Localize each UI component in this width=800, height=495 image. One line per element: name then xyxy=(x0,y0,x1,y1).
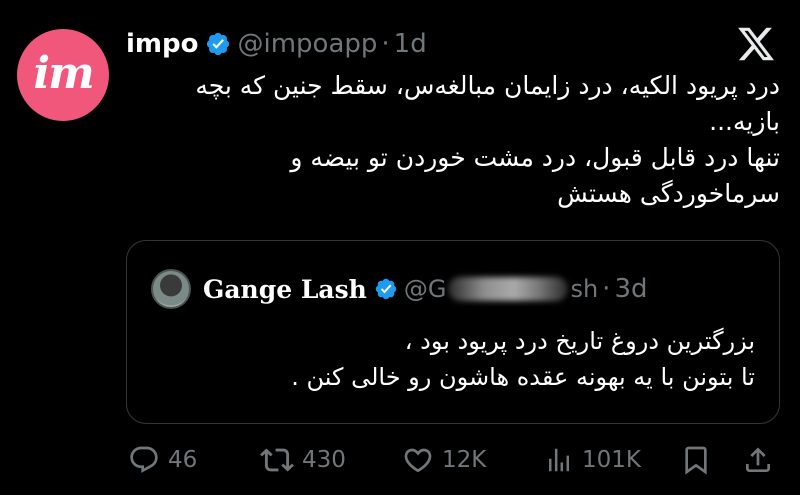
quoted-tweet-text: بزرگترین دروغ تاریخ درد پریود بود ، تا ب… xyxy=(155,323,755,395)
repost-button[interactable]: 430 xyxy=(260,440,346,480)
tweet-line: تنها درد قابل قبول، درد مشت خوردن تو بیض… xyxy=(290,143,780,172)
bookmark-button[interactable] xyxy=(680,440,712,480)
tweet-line: سرماخوردگی هستش xyxy=(557,179,780,208)
quoted-author-name[interactable]: Gange Lash xyxy=(203,275,367,304)
like-count: 12K xyxy=(442,447,487,473)
views-button[interactable]: 101K xyxy=(544,440,641,480)
reply-button[interactable]: 46 xyxy=(128,440,197,480)
views-count: 101K xyxy=(582,447,641,473)
repost-count: 430 xyxy=(302,447,346,473)
post-time[interactable]: 1d xyxy=(394,29,427,59)
separator-dot: · xyxy=(602,274,611,304)
tweet-line: بازیه... xyxy=(709,107,780,136)
quoted-line: بزرگترین دروغ تاریخ درد پریود بود ، xyxy=(404,327,755,355)
like-button[interactable]: 12K xyxy=(402,440,486,480)
share-icon xyxy=(742,444,774,476)
redacted-handle-blur xyxy=(448,277,569,301)
separator-dot: · xyxy=(381,29,390,59)
heart-icon xyxy=(402,444,434,476)
reply-count: 46 xyxy=(168,447,198,473)
tweet-text: درد پریود الکیه، درد زایمان مبالغه‌س، سق… xyxy=(126,68,780,212)
tweet-header: impo @impoapp · 1d xyxy=(126,26,427,62)
author-avatar[interactable]: im xyxy=(17,29,109,121)
quoted-author-handle[interactable]: @G sh xyxy=(404,275,598,303)
views-chart-icon xyxy=(544,445,574,475)
bookmark-icon xyxy=(680,444,712,476)
author-name[interactable]: impo xyxy=(126,29,198,59)
handle-start: @G xyxy=(403,275,447,303)
verified-badge-icon xyxy=(205,31,231,57)
quoted-tweet-header: Gange Lash @G sh · 3d xyxy=(203,269,647,309)
quoted-post-time[interactable]: 3d xyxy=(614,274,647,304)
verified-badge-icon xyxy=(374,277,398,301)
action-bar: 46 430 12K 101K xyxy=(126,440,780,480)
quoted-tweet-card[interactable]: Gange Lash @G sh · 3d بزرگترین دروغ تاری… xyxy=(126,240,780,424)
quoted-author-avatar[interactable] xyxy=(151,269,191,309)
handle-end: sh xyxy=(570,275,599,303)
share-button[interactable] xyxy=(742,440,774,480)
x-logo-icon xyxy=(736,24,776,68)
reply-icon xyxy=(128,444,160,476)
quoted-line: تا بتونن با یه بهونه عقده هاشون رو خالی … xyxy=(291,363,755,391)
author-handle[interactable]: @impoapp xyxy=(237,29,377,59)
tweet-line: درد پریود الکیه، درد زایمان مبالغه‌س، سق… xyxy=(195,71,780,100)
avatar-logo-text: im xyxy=(33,47,94,99)
repost-icon xyxy=(260,443,294,477)
